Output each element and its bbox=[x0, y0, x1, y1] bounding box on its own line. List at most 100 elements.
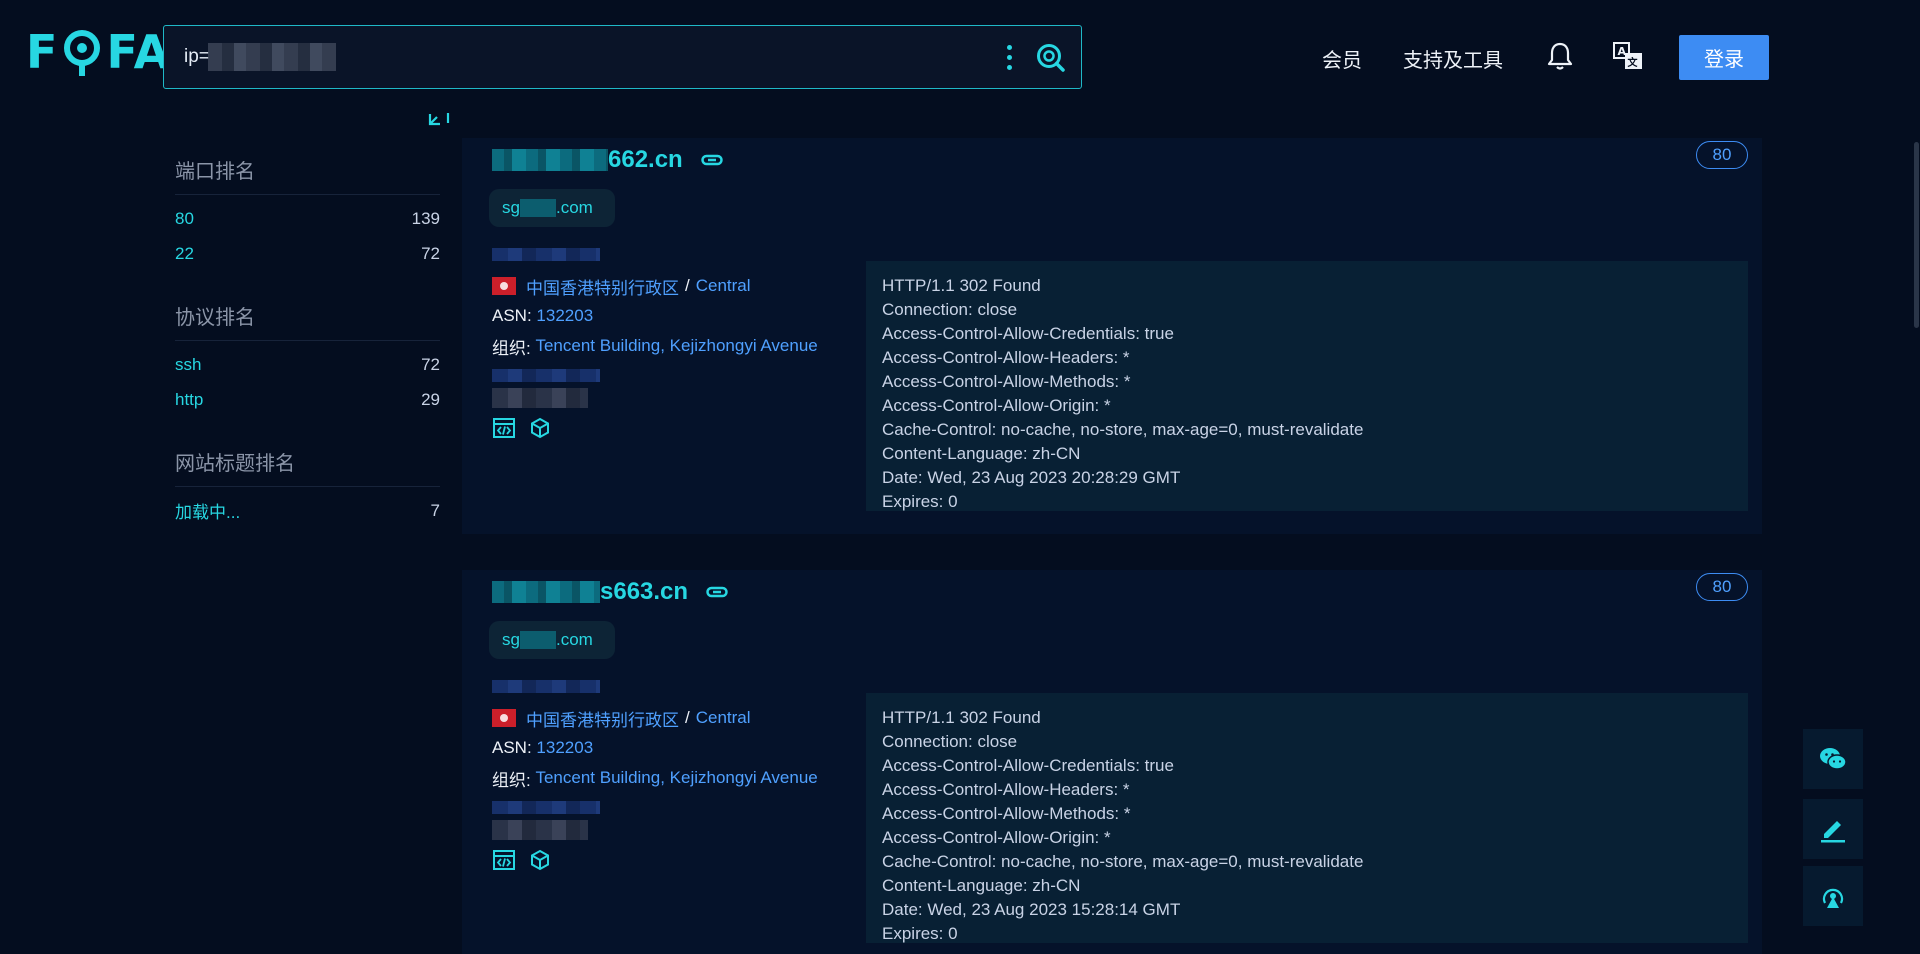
rank-count: 72 bbox=[421, 243, 440, 263]
rank-key[interactable]: http bbox=[175, 390, 203, 410]
list-item[interactable]: http 29 bbox=[175, 382, 440, 417]
rank-count: 139 bbox=[411, 208, 440, 228]
code-icon[interactable] bbox=[492, 416, 516, 440]
meta-redaction bbox=[492, 820, 588, 840]
radar-icon bbox=[1822, 888, 1844, 908]
title-ranking: 网站标题排名 加载中... 7 bbox=[175, 447, 440, 528]
domain-prefix: sg bbox=[502, 630, 520, 649]
cube-icon[interactable] bbox=[528, 416, 552, 440]
rank-key[interactable]: 22 bbox=[175, 244, 194, 264]
rank-key[interactable]: ssh bbox=[175, 355, 201, 375]
nav-membership[interactable]: 会员 bbox=[1322, 44, 1362, 73]
meta-redaction bbox=[492, 369, 600, 382]
search-icon[interactable] bbox=[1033, 40, 1067, 74]
aggregation-sidebar: 端口排名 80 139 22 72 协议排名 ssh 72 http 29 网站… bbox=[175, 155, 440, 558]
domain-redaction bbox=[519, 199, 556, 217]
list-item[interactable]: ssh 72 bbox=[175, 347, 440, 382]
domain-chip[interactable]: sg .com bbox=[489, 621, 615, 659]
response-banner: HTTP/1.1 302 Found Connection: close Acc… bbox=[866, 693, 1748, 943]
top-header: F FA 会员 支持及工具 A 文 登录 bbox=[0, 0, 1920, 112]
edit-icon bbox=[1821, 821, 1845, 843]
search-redaction bbox=[208, 43, 336, 71]
org-label: 组织: bbox=[492, 338, 531, 358]
nav-support-tools[interactable]: 支持及工具 bbox=[1403, 44, 1503, 73]
link-icon[interactable] bbox=[700, 153, 723, 167]
domain-redaction bbox=[519, 631, 556, 649]
location-row: 中国香港特别行政区 / Central bbox=[492, 271, 852, 301]
rank-key[interactable]: 加载中... bbox=[175, 498, 240, 523]
org-row: 组织: Tencent Building, Kejizhongyi Avenue bbox=[492, 763, 852, 793]
list-item[interactable]: 22 72 bbox=[175, 236, 440, 271]
location-city[interactable]: Central bbox=[696, 708, 751, 728]
response-banner: HTTP/1.1 302 Found Connection: close Acc… bbox=[866, 261, 1748, 511]
asn-row: ASN: 132203 bbox=[492, 301, 852, 331]
host-redaction bbox=[492, 149, 608, 171]
code-icon[interactable] bbox=[492, 848, 516, 872]
location-separator: / bbox=[685, 276, 690, 295]
protocol-ranking-title: 协议排名 bbox=[175, 301, 440, 341]
rank-count: 72 bbox=[421, 354, 440, 374]
asn-value[interactable]: 132203 bbox=[536, 738, 593, 758]
logo-text-right: FA bbox=[106, 25, 171, 79]
meta-redaction bbox=[492, 801, 600, 814]
location-separator: / bbox=[685, 708, 690, 727]
translate-icon[interactable]: A 文 bbox=[1610, 38, 1646, 74]
fofa-logo[interactable]: F FA bbox=[26, 25, 171, 79]
result-tools bbox=[492, 848, 852, 872]
rank-key[interactable]: 80 bbox=[175, 209, 194, 229]
cube-icon[interactable] bbox=[528, 848, 552, 872]
org-label: 组织: bbox=[492, 770, 531, 790]
list-item[interactable]: 加载中... 7 bbox=[175, 493, 440, 528]
org-value[interactable]: Tencent Building, Kejizhongyi Avenue bbox=[535, 336, 817, 356]
port-badge[interactable]: 80 bbox=[1696, 573, 1748, 601]
more-icon[interactable] bbox=[997, 37, 1021, 77]
protocol-ranking: 协议排名 ssh 72 http 29 bbox=[175, 301, 440, 417]
result-card: 662.cn 80 sg .com 中国香港特别行政区 / Central AS… bbox=[462, 138, 1762, 534]
login-button[interactable]: 登录 bbox=[1679, 35, 1769, 80]
feedback-button[interactable] bbox=[1803, 799, 1863, 859]
asn-row: ASN: 132203 bbox=[492, 733, 852, 763]
result-card: s663.cn 80 sg .com 中国香港特别行政区 / Central A… bbox=[462, 570, 1762, 954]
meta-redaction bbox=[492, 388, 588, 408]
domain-suffix: .com bbox=[555, 630, 593, 649]
collapse-icon[interactable] bbox=[426, 110, 452, 128]
page-scrollbar[interactable] bbox=[1914, 142, 1919, 328]
link-icon[interactable] bbox=[706, 585, 728, 599]
host-redaction bbox=[492, 581, 600, 603]
result-host-link[interactable]: 662.cn bbox=[492, 138, 723, 182]
result-host-link[interactable]: s663.cn bbox=[492, 570, 728, 614]
result-info: 中国香港特别行政区 / Central ASN: 132203 组织: Tenc… bbox=[492, 680, 852, 872]
logo-text-left: F bbox=[26, 25, 59, 79]
port-ranking: 端口排名 80 139 22 72 bbox=[175, 155, 440, 271]
svg-text:文: 文 bbox=[1628, 56, 1639, 69]
location-country[interactable]: 中国香港特别行政区 bbox=[526, 274, 679, 299]
result-info: 中国香港特别行政区 / Central ASN: 132203 组织: Tenc… bbox=[492, 248, 852, 440]
location-city[interactable]: Central bbox=[696, 276, 751, 296]
domain-suffix: .com bbox=[555, 198, 593, 217]
port-badge[interactable]: 80 bbox=[1696, 141, 1748, 169]
rank-count: 29 bbox=[421, 389, 440, 409]
asn-label: ASN: bbox=[492, 306, 532, 325]
host-suffix: s663.cn bbox=[600, 578, 689, 605]
hk-flag-icon bbox=[492, 709, 516, 727]
bell-icon[interactable] bbox=[1542, 38, 1578, 74]
result-tools bbox=[492, 416, 852, 440]
wechat-button[interactable] bbox=[1803, 729, 1863, 789]
port-ranking-title: 端口排名 bbox=[175, 155, 440, 195]
location-row: 中国香港特别行政区 / Central bbox=[492, 703, 852, 733]
list-item[interactable]: 80 139 bbox=[175, 201, 440, 236]
asn-value[interactable]: 132203 bbox=[536, 306, 593, 326]
search-box bbox=[163, 25, 1082, 89]
org-row: 组织: Tencent Building, Kejizhongyi Avenue bbox=[492, 331, 852, 361]
hk-flag-icon bbox=[492, 277, 516, 295]
domain-chip[interactable]: sg .com bbox=[489, 189, 615, 227]
ip-redaction bbox=[492, 248, 600, 261]
title-ranking-title: 网站标题排名 bbox=[175, 447, 440, 487]
domain-prefix: sg bbox=[502, 198, 520, 217]
ip-redaction bbox=[492, 680, 600, 693]
radar-button[interactable] bbox=[1803, 866, 1863, 926]
org-value[interactable]: Tencent Building, Kejizhongyi Avenue bbox=[535, 768, 817, 788]
wechat-icon bbox=[1820, 748, 1847, 770]
location-country[interactable]: 中国香港特别行政区 bbox=[526, 706, 679, 731]
host-suffix: 662.cn bbox=[608, 146, 683, 173]
